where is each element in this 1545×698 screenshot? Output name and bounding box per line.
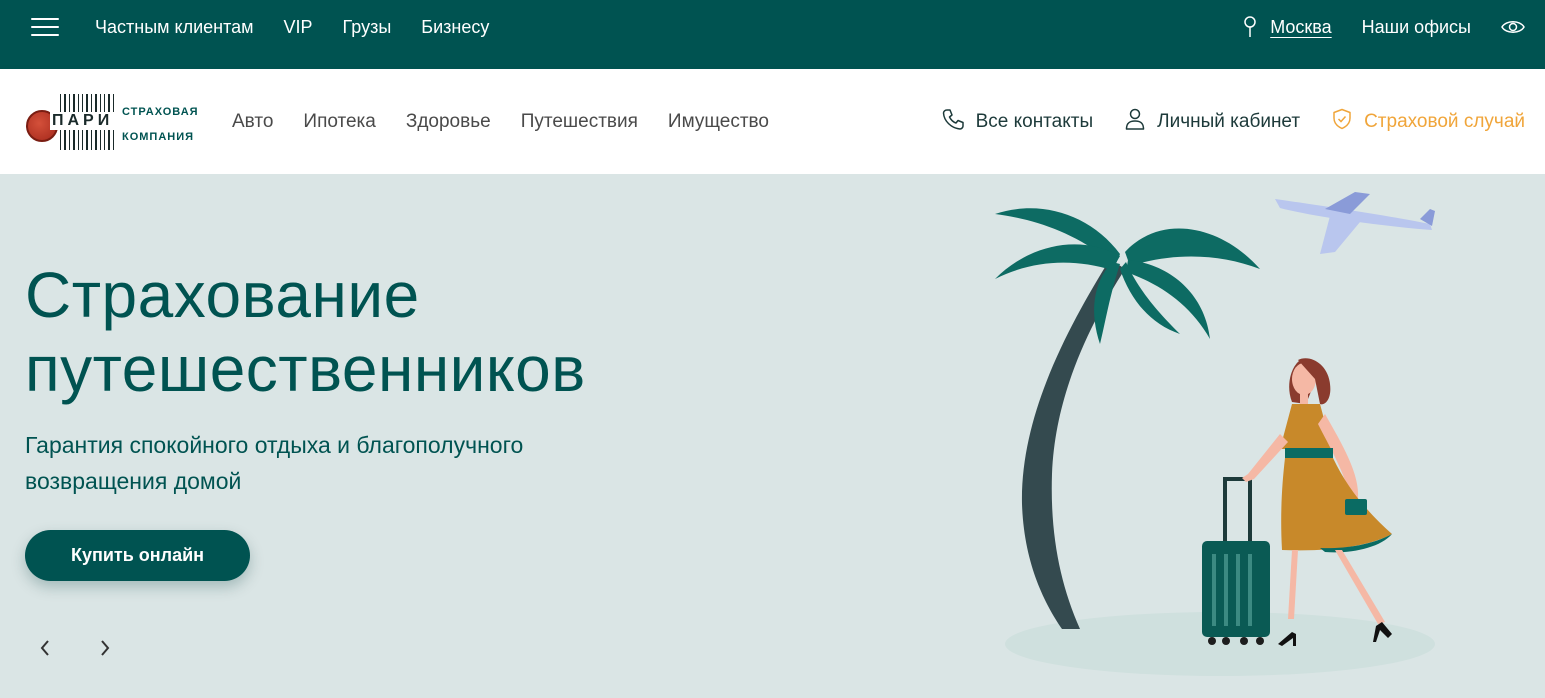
top-bar-right: Москва Наши офисы — [1244, 0, 1525, 54]
eye-icon[interactable] — [1501, 18, 1525, 36]
hero-title-line-2: путешественников — [25, 333, 586, 405]
segment-private-clients[interactable]: Частным клиентам — [95, 17, 254, 38]
hero-subtitle: Гарантия спокойного отдыха и благополучн… — [25, 427, 605, 499]
segment-vip[interactable]: VIP — [284, 17, 313, 38]
slider-prev-button[interactable] — [33, 636, 57, 660]
logo-text: СТРАХОВАЯ КОМПАНИЯ — [122, 100, 199, 150]
slider-next-button[interactable] — [93, 636, 117, 660]
chevron-left-icon — [40, 640, 49, 656]
map-pin-icon — [1244, 16, 1256, 38]
hero-title: Страхование путешественников — [25, 258, 725, 406]
nav-item-health[interactable]: Здоровье — [406, 111, 491, 133]
hero-banner: Страхование путешественников Гарантия сп… — [0, 174, 1545, 698]
logo-word: ПАРИ — [50, 112, 116, 130]
cabinet-label: Личный кабинет — [1157, 110, 1301, 132]
city-selector[interactable]: Москва — [1244, 16, 1332, 38]
product-nav: Авто Ипотека Здоровье Путешествия Имущес… — [232, 69, 769, 174]
contacts-label: Все контакты — [975, 110, 1094, 132]
logo-line-2: КОМПАНИЯ — [122, 131, 195, 143]
travel-illustration — [995, 192, 1435, 676]
airplane — [1275, 192, 1435, 254]
buy-online-button[interactable]: Купить онлайн — [25, 530, 250, 581]
shield-check-icon — [1332, 108, 1352, 136]
main-header: ПАРИ СТРАХОВАЯ КОМПАНИЯ Авто Ипотека Здо… — [0, 69, 1545, 174]
segment-cargo[interactable]: Грузы — [343, 17, 392, 38]
nav-item-property[interactable]: Имущество — [668, 111, 769, 133]
suitcase — [1202, 477, 1270, 645]
segment-nav: Частным клиентам VIP Грузы Бизнесу — [95, 0, 489, 54]
hero-title-line-1: Страхование — [25, 259, 420, 331]
logo-line-1: СТРАХОВАЯ — [122, 106, 199, 118]
segment-business[interactable]: Бизнесу — [421, 17, 489, 38]
claim-label: Страховой случай — [1364, 110, 1525, 132]
cabinet-link[interactable]: Личный кабинет — [1125, 108, 1300, 136]
nav-item-travel[interactable]: Путешествия — [521, 111, 638, 133]
contacts-link[interactable]: Все контакты — [942, 108, 1094, 136]
palm-leaves — [995, 208, 1260, 344]
hero-subtitle-line-2: возвращения домой — [25, 468, 242, 494]
top-bar: Частным клиентам VIP Грузы Бизнесу Москв… — [0, 0, 1545, 69]
header-actions: Все контакты Личный кабинет Страховой сл… — [910, 69, 1525, 174]
hamburger-menu-icon[interactable] — [31, 16, 59, 38]
offices-link[interactable]: Наши офисы — [1362, 17, 1471, 38]
company-logo[interactable]: ПАРИ СТРАХОВАЯ КОМПАНИЯ — [26, 94, 206, 150]
city-link[interactable]: Москва — [1270, 17, 1331, 38]
insurance-claim-link[interactable]: Страховой случай — [1332, 108, 1525, 136]
nav-item-auto[interactable]: Авто — [232, 111, 273, 133]
palm-trunk — [1021, 259, 1125, 629]
nav-item-mortgage[interactable]: Ипотека — [303, 111, 375, 133]
chevron-right-icon — [101, 640, 110, 656]
hero-subtitle-line-1: Гарантия спокойного отдыха и благополучн… — [25, 432, 524, 458]
user-icon — [1125, 108, 1145, 136]
phone-icon — [942, 108, 964, 136]
